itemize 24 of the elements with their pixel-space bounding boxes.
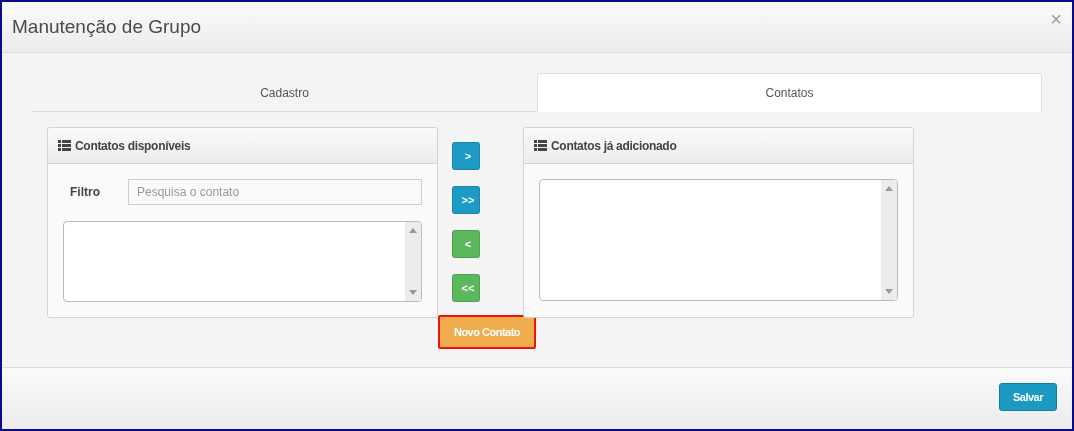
- scrollbar[interactable]: [881, 180, 897, 300]
- scrollbar[interactable]: [405, 222, 421, 301]
- close-button[interactable]: ×: [1050, 7, 1062, 31]
- move-button[interactable]: <: [452, 230, 480, 258]
- move-button[interactable]: >: [452, 142, 480, 170]
- contacts-list[interactable]: [63, 221, 422, 302]
- save-button[interactable]: Salvar: [999, 382, 1057, 411]
- dialog-title: Manutenção de Grupo: [12, 16, 202, 38]
- panel-title: Contatos disponíveis: [75, 138, 191, 153]
- move-button[interactable]: <<: [452, 274, 480, 302]
- list-icon: [58, 140, 71, 151]
- list-icon: [534, 140, 547, 151]
- filter-label: Filtro: [69, 185, 101, 199]
- scroll-down-icon[interactable]: [885, 289, 893, 294]
- new-contact-button[interactable]: Novo Contato: [438, 315, 536, 349]
- contacts-list[interactable]: [539, 179, 898, 301]
- scroll-down-icon[interactable]: [409, 290, 417, 295]
- panel-title: Contatos já adicionado: [551, 138, 677, 153]
- tab[interactable]: Contatos: [537, 73, 1042, 112]
- tab[interactable]: Cadastro: [32, 73, 537, 111]
- scroll-up-icon[interactable]: [409, 228, 417, 233]
- search-field[interactable]: Pesquisa o contato: [128, 179, 422, 205]
- scroll-up-icon[interactable]: [885, 186, 893, 191]
- move-button[interactable]: >>: [452, 186, 480, 214]
